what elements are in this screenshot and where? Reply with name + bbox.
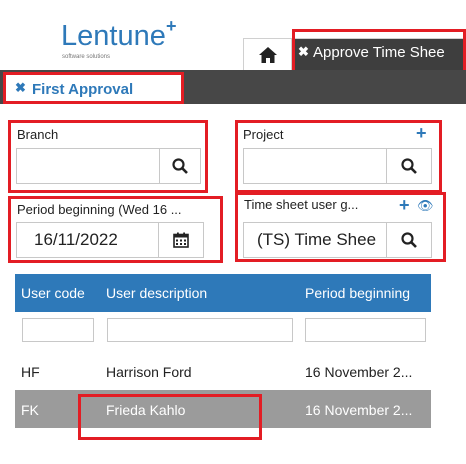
filter-user-description[interactable] <box>107 318 293 342</box>
eye-icon[interactable]: 👁 <box>417 198 434 214</box>
search-icon <box>401 158 417 174</box>
home-icon <box>259 47 277 63</box>
timesheet-user-search-button[interactable] <box>386 222 432 258</box>
period-label: Period beginning (Wed 16 ... <box>17 202 182 217</box>
calendar-icon <box>173 232 189 248</box>
branch-search-button[interactable] <box>159 148 201 184</box>
cell-period-beginning: 16 November 2... <box>305 402 413 418</box>
project-label: Project <box>243 127 284 142</box>
brand-logo-text: Lentune <box>61 20 166 52</box>
project-search-button[interactable] <box>386 148 432 184</box>
cell-period-beginning: 16 November 2... <box>305 364 413 380</box>
filter-user-code[interactable] <box>22 318 94 342</box>
subtab-label: First Approval <box>32 81 134 98</box>
tab-home[interactable] <box>243 38 292 70</box>
project-input[interactable] <box>243 148 387 184</box>
cell-user-code: FK <box>21 402 39 418</box>
branch-input[interactable] <box>16 148 160 184</box>
column-header-period-beginning[interactable]: Period beginning <box>305 285 410 301</box>
branch-label: Branch <box>17 127 59 142</box>
timesheet-user-label: Time sheet user g... <box>244 197 359 212</box>
filter-period-beginning[interactable] <box>305 318 426 342</box>
add-timesheet-user-icon[interactable]: + <box>399 195 410 216</box>
search-icon <box>172 158 188 174</box>
highlight-approve-tab <box>292 29 466 75</box>
timesheet-user-value: (TS) Time Shee <box>257 230 377 249</box>
cell-user-description: Harrison Ford <box>106 364 192 380</box>
highlight-selected-user <box>78 394 262 440</box>
column-header-user-description[interactable]: User description <box>106 285 207 301</box>
search-icon <box>401 232 417 248</box>
period-date-picker-button[interactable] <box>158 222 204 258</box>
cell-user-code: HF <box>21 364 40 380</box>
brand-logo-plus: + <box>166 16 177 36</box>
period-value: 16/11/2022 <box>34 230 118 249</box>
brand-tagline: software solutions <box>62 54 111 60</box>
add-project-icon[interactable]: + <box>416 123 427 144</box>
column-header-user-code[interactable]: User code <box>21 285 85 301</box>
close-subtab-icon[interactable]: ✖ <box>15 80 26 96</box>
